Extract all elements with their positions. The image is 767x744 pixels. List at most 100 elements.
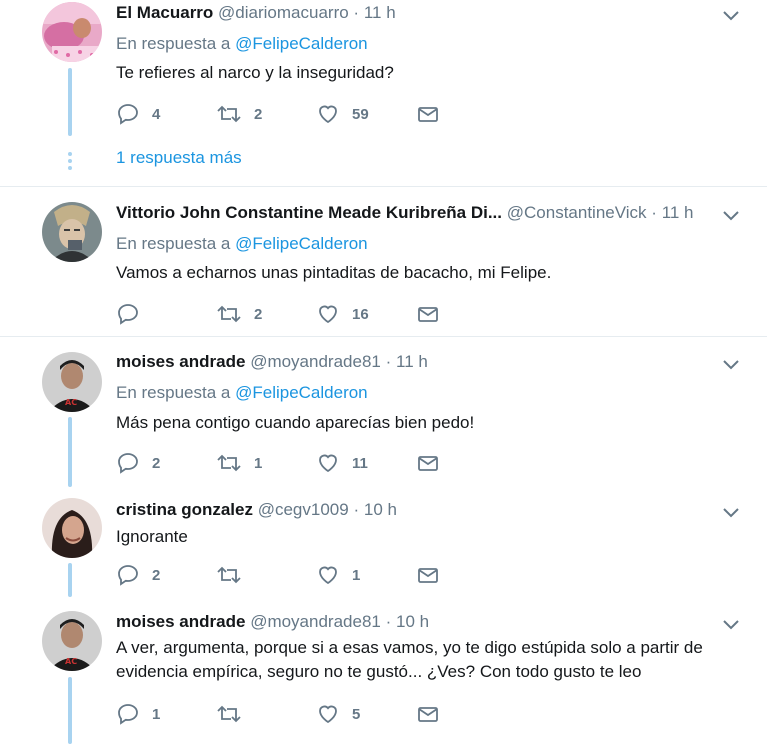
reply-button[interactable]: 2: [116, 563, 160, 587]
like-button[interactable]: 59: [316, 102, 369, 126]
reply-count: 2: [152, 454, 161, 472]
heart-icon: [319, 305, 337, 324]
heart-icon: [319, 705, 337, 724]
user-handle[interactable]: @diariomacuarro: [218, 3, 349, 22]
user-handle[interactable]: @moyandrade81: [250, 612, 381, 631]
reply-to-link[interactable]: @FelipeCalderon: [235, 234, 368, 253]
reply-count: 4: [152, 105, 161, 123]
display-name[interactable]: moises andrade: [116, 612, 245, 631]
like-count: 11: [352, 454, 368, 472]
separator-dot: ·: [651, 203, 657, 222]
envelope-icon: [418, 568, 438, 583]
retweet-icon: [217, 305, 241, 323]
reply-button[interactable]: [116, 302, 152, 326]
chevron-down-icon[interactable]: [722, 210, 740, 222]
direct-message-button[interactable]: [416, 451, 440, 475]
tweet-header: moises andrade @moyandrade81 · 11 h: [116, 351, 428, 373]
timestamp[interactable]: 11 h: [396, 352, 428, 371]
chevron-down-icon[interactable]: [722, 507, 740, 519]
tweet-text: A ver, argumenta, porque si a esas vamos…: [116, 638, 703, 681]
tweet-text: Ignorante: [116, 527, 188, 546]
direct-message-button[interactable]: [416, 102, 440, 126]
thread-line: [68, 563, 72, 597]
retweet-button[interactable]: [216, 702, 254, 726]
user-handle[interactable]: @moyandrade81: [250, 352, 381, 371]
direct-message-button[interactable]: [416, 302, 440, 326]
reply-to-link[interactable]: @FelipeCalderon: [235, 34, 368, 53]
avatar[interactable]: AC: [42, 352, 102, 412]
avatar[interactable]: AC: [42, 611, 102, 671]
timestamp[interactable]: 11 h: [662, 203, 694, 222]
timestamp[interactable]: 10 h: [364, 500, 397, 519]
avatar[interactable]: [42, 2, 102, 62]
reply-icon: [118, 304, 138, 325]
retweet-button[interactable]: 2: [216, 102, 262, 126]
direct-message-button[interactable]: [416, 702, 440, 726]
retweet-button[interactable]: 1: [216, 451, 262, 475]
envelope-icon: [418, 707, 438, 722]
tweet[interactable]: El Macuarro @diariomacuarro · 11 h En re…: [0, 0, 767, 186]
svg-text:AC: AC: [65, 398, 77, 407]
reply-button[interactable]: 4: [116, 102, 160, 126]
retweet-button[interactable]: 2: [216, 302, 262, 326]
reply-icon: [118, 104, 138, 125]
chevron-down-icon[interactable]: [722, 619, 740, 631]
heart-icon: [319, 566, 337, 585]
like-button[interactable]: 5: [316, 702, 360, 726]
direct-message-button[interactable]: [416, 563, 440, 587]
tweet[interactable]: cristina gonzalez @cegv1009 · 10 h Ignor…: [0, 485, 767, 597]
heart-icon: [319, 454, 337, 473]
separator-dot: ·: [385, 612, 392, 631]
user-handle[interactable]: @cegv1009: [258, 500, 349, 519]
like-count: 59: [352, 105, 369, 123]
reply-count: 1: [152, 705, 161, 723]
timestamp[interactable]: 11 h: [364, 3, 396, 22]
reply-context: En respuesta a @FelipeCalderon: [116, 382, 368, 404]
reply-icon: [118, 704, 138, 725]
chevron-down-icon[interactable]: [722, 10, 740, 22]
like-button[interactable]: 1: [316, 563, 360, 587]
reply-button[interactable]: 2: [116, 451, 160, 475]
reply-context: En respuesta a @FelipeCalderon: [116, 33, 368, 55]
thread-line: [68, 68, 72, 136]
reply-count: 2: [152, 566, 161, 584]
display-name[interactable]: Vittorio John Constantine Meade Kuribreñ…: [116, 202, 502, 224]
like-button[interactable]: 16: [316, 302, 369, 326]
user-handle[interactable]: @ConstantineVick: [507, 203, 647, 222]
display-name[interactable]: moises andrade: [116, 352, 245, 371]
like-button[interactable]: 11: [316, 451, 368, 475]
envelope-icon: [418, 107, 438, 122]
separator-dot: ·: [353, 3, 360, 22]
retweet-icon: [217, 566, 241, 584]
tweet-header: Vittorio John Constantine Meade Kuribreñ…: [116, 202, 694, 224]
envelope-icon: [418, 307, 438, 322]
avatar[interactable]: [42, 498, 102, 558]
reply-prefix: En respuesta a: [116, 383, 231, 402]
retweet-icon: [217, 705, 241, 723]
display-name[interactable]: cristina gonzalez: [116, 500, 253, 519]
reply-context: En respuesta a @FelipeCalderon: [116, 233, 368, 255]
display-name[interactable]: El Macuarro: [116, 3, 213, 22]
retweet-button[interactable]: [216, 563, 254, 587]
tweet[interactable]: AC moises andrade @moyandrade81 · 10 h A…: [0, 597, 767, 744]
tweet-text: Te refieres al narco y la inseguridad?: [116, 63, 394, 82]
like-count: 1: [352, 566, 361, 584]
tweet[interactable]: AC moises andrade @moyandrade81 · 11 h E…: [0, 337, 767, 487]
timestamp[interactable]: 10 h: [396, 612, 429, 631]
reply-to-link[interactable]: @FelipeCalderon: [235, 383, 368, 402]
tweet-header: moises andrade @moyandrade81 · 10 h: [116, 611, 429, 633]
like-count: 5: [352, 705, 361, 723]
separator-dot: ·: [353, 500, 360, 519]
retweet-count: 2: [254, 105, 263, 123]
chevron-down-icon[interactable]: [722, 359, 740, 371]
avatar[interactable]: [42, 202, 102, 262]
heart-icon: [319, 105, 337, 124]
separator-dot: ·: [385, 352, 392, 371]
reply-button[interactable]: 1: [116, 702, 160, 726]
show-more-replies-link[interactable]: 1 respuesta más: [116, 147, 242, 169]
retweet-count: 2: [254, 305, 263, 323]
tweet[interactable]: Vittorio John Constantine Meade Kuribreñ…: [0, 187, 767, 336]
svg-text:AC: AC: [65, 657, 77, 666]
like-count: 16: [352, 305, 369, 323]
reply-icon: [118, 565, 138, 586]
